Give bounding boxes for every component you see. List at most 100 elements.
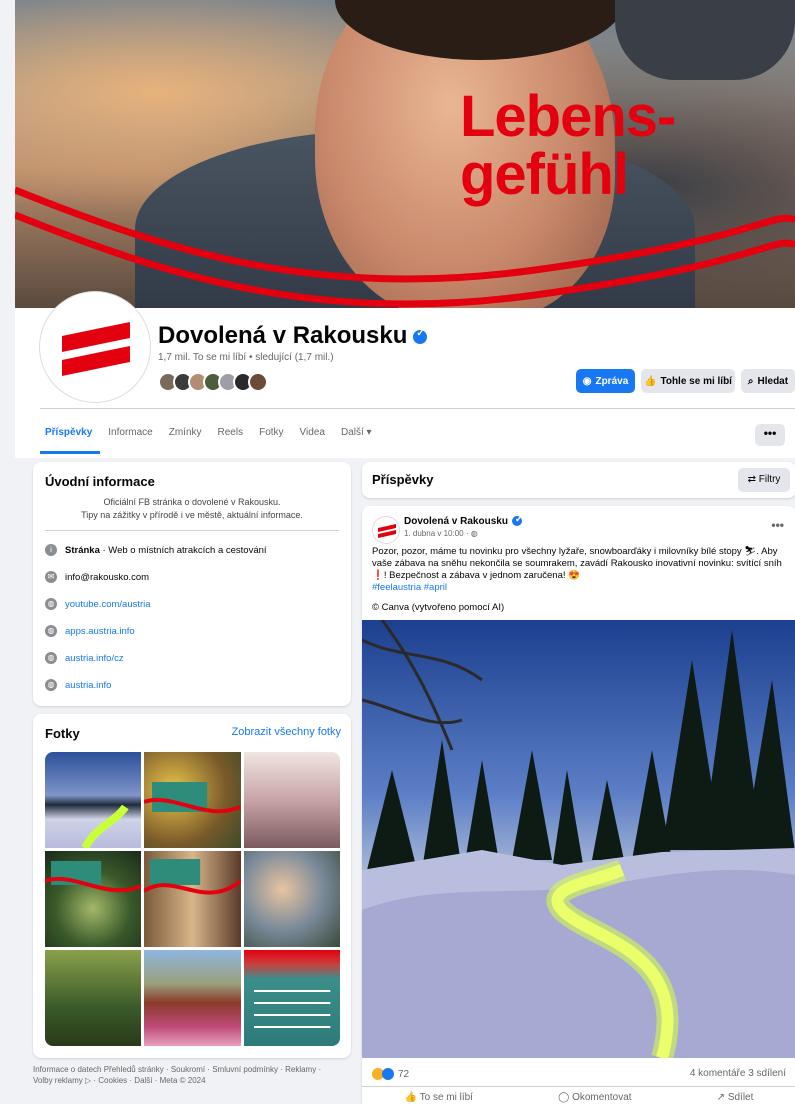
email-text[interactable]: info@rakousko.com <box>65 572 149 583</box>
message-button-label: Zpráva <box>595 375 629 387</box>
intro-row-link[interactable]: ◍ youtube.com/austria <box>45 598 151 610</box>
cover-arm <box>615 0 795 80</box>
photo-thumbnail[interactable] <box>243 851 340 947</box>
intro-divider <box>45 530 339 531</box>
intro-bio: Oficiální FB stránka o dovolené v Rakous… <box>45 496 339 522</box>
intro-bio-line: Oficiální FB stránka o dovolené v Rakous… <box>103 497 281 507</box>
page-header: Dovolená v Rakousku 1,7 mil. To se mi lí… <box>15 292 795 458</box>
intro-row-email[interactable]: ✉ info@rakousko.com <box>45 571 149 583</box>
search-button-label: Hledat <box>757 375 789 387</box>
tab-about[interactable]: Informace <box>100 416 160 454</box>
intro-bio-line: Tipy na zážitky v přírodě i ve městě, ak… <box>81 510 303 520</box>
messenger-icon: ◉ <box>582 375 592 387</box>
intro-card: Úvodní informace Oficiální FB stránka o … <box>33 462 351 706</box>
cover-photo[interactable]: Lebens- gefühl <box>15 0 795 308</box>
see-all-photos-link[interactable]: Zobrazit všechny fotky <box>232 726 341 738</box>
photo-thumbnail[interactable] <box>45 851 142 947</box>
photo-thumbnail[interactable] <box>45 752 142 848</box>
follower-faces[interactable] <box>158 372 268 392</box>
austria-logo-icon <box>62 322 130 376</box>
post-like-label: To se mi líbí <box>419 1092 473 1103</box>
header-divider <box>40 408 795 409</box>
info-icon: i <box>45 544 57 556</box>
post-timestamp[interactable]: 1. dubna v 10:00 · ◍ <box>404 529 478 538</box>
post-author-avatar[interactable] <box>372 516 400 544</box>
post-share-label: Sdílet <box>727 1092 754 1103</box>
globe-icon: ◍ <box>45 679 57 691</box>
glowing-ski-slope-image <box>362 620 795 1058</box>
intro-row-link[interactable]: ◍ austria.info <box>45 679 111 691</box>
website-link[interactable]: youtube.com/austria <box>65 599 151 610</box>
post-reactions[interactable]: 72 <box>372 1068 409 1080</box>
website-link[interactable]: austria.info <box>65 680 111 691</box>
globe-icon: ◍ <box>45 598 57 610</box>
intro-row-bold: Stránka <box>65 544 100 556</box>
reaction-count: 72 <box>398 1068 410 1080</box>
like-page-label: Tohle se mi líbí <box>660 375 732 387</box>
post-credit: © Canva (vytvořeno pomocí AI) <box>372 602 505 613</box>
post-options-button[interactable]: ••• <box>771 518 784 532</box>
like-page-button[interactable]: 👍 Tohle se mi líbí <box>641 369 735 393</box>
website-link[interactable]: apps.austria.info <box>65 626 135 637</box>
tab-posts[interactable]: Příspěvky <box>40 416 101 454</box>
tab-mentions[interactable]: Zmínky <box>161 416 210 454</box>
page-footer-links[interactable]: Informace o datech Přehledů stránky · So… <box>33 1064 333 1086</box>
austria-logo-icon <box>378 524 396 538</box>
website-link[interactable]: austria.info/cz <box>65 653 124 664</box>
search-icon: ⌕ <box>747 375 754 387</box>
photo-thumbnail[interactable] <box>144 752 241 848</box>
verified-badge-icon <box>511 514 523 527</box>
post-like-button[interactable]: 👍 To se mi líbí <box>405 1092 473 1104</box>
intro-row-text: Stránka · Web o místních atrakcích a ces… <box>65 545 267 556</box>
intro-row-link[interactable]: ◍ apps.austria.info <box>45 625 135 637</box>
intro-row-desc: · Web o místních atrakcích a cestování <box>99 544 267 556</box>
cover-overlay-text: Lebens- gefühl <box>460 84 676 207</box>
post-card: Dovolená v Rakousku 1. dubna v 10:00 · ◍… <box>362 506 795 1104</box>
page-stats[interactable]: 1,7 mil. To se mi líbí • sledující (1,7 … <box>158 352 334 363</box>
more-options-button[interactable]: ••• <box>755 424 785 446</box>
search-button[interactable]: ⌕ Hledat <box>741 369 795 393</box>
globe-icon: ◍ <box>45 625 57 637</box>
post-hashtags[interactable]: #feelaustria #april <box>372 582 447 593</box>
mail-icon: ✉ <box>45 571 57 583</box>
message-button[interactable]: ◉ Zpráva <box>576 369 635 393</box>
cover-swoosh <box>15 186 795 308</box>
post-engagement-counts[interactable]: 4 komentáře 3 sdílení <box>690 1068 786 1079</box>
photos-title: Fotky <box>45 726 80 741</box>
verified-badge-icon <box>413 328 428 344</box>
tab-photos[interactable]: Fotky <box>251 416 291 454</box>
post-text: Pozor, pozor, máme tu novinku pro všechn… <box>372 546 786 594</box>
page-title: Dovolená v Rakousku <box>158 322 428 350</box>
photo-thumbnail[interactable] <box>45 950 142 1046</box>
intro-row-category: i Stránka · Web o místních atrakcích a c… <box>45 544 267 556</box>
intro-row-link[interactable]: ◍ austria.info/cz <box>45 652 124 664</box>
page-tabs: Příspěvky Informace Zmínky Reels Fotky V… <box>40 416 380 454</box>
posts-title: Příspěvky <box>372 472 434 487</box>
tab-videos[interactable]: Videa <box>292 416 333 454</box>
post-comment-button[interactable]: ◯ Okomentovat <box>558 1092 631 1104</box>
like-reaction-icon <box>382 1068 394 1080</box>
friend-avatar[interactable] <box>248 372 268 392</box>
globe-icon: ◍ <box>45 652 57 664</box>
photo-thumbnail[interactable] <box>144 950 241 1046</box>
post-actions: 👍 To se mi líbí ◯ Okomentovat ↗ Sdílet <box>362 1086 795 1104</box>
post-share-button[interactable]: ↗ Sdílet <box>717 1092 754 1104</box>
photo-thumbnail[interactable] <box>144 851 241 947</box>
photo-thumbnail[interactable] <box>243 752 340 848</box>
post-author[interactable]: Dovolená v Rakousku <box>404 514 523 527</box>
photo-grid <box>45 752 340 1046</box>
page-avatar[interactable] <box>40 292 150 402</box>
post-author-name[interactable]: Dovolená v Rakousku <box>404 516 508 527</box>
tab-reels[interactable]: Reels <box>210 416 252 454</box>
photos-card: Fotky Zobrazit všechny fotky <box>33 714 351 1058</box>
post-comment-label: Okomentovat <box>572 1092 632 1103</box>
tab-more[interactable]: Další ▾ <box>333 416 380 454</box>
page-title-text: Dovolená v Rakousku <box>158 322 408 349</box>
posts-header: Příspěvky ⇄ Filtry <box>362 462 795 498</box>
thumbs-up-icon: 👍 <box>644 375 657 387</box>
filters-button[interactable]: ⇄ Filtry <box>738 468 790 492</box>
photo-thumbnail[interactable] <box>243 950 340 1046</box>
post-body: Pozor, pozor, máme tu novinku pro všechn… <box>372 546 782 581</box>
post-image[interactable] <box>362 620 795 1058</box>
intro-title: Úvodní informace <box>45 474 155 489</box>
